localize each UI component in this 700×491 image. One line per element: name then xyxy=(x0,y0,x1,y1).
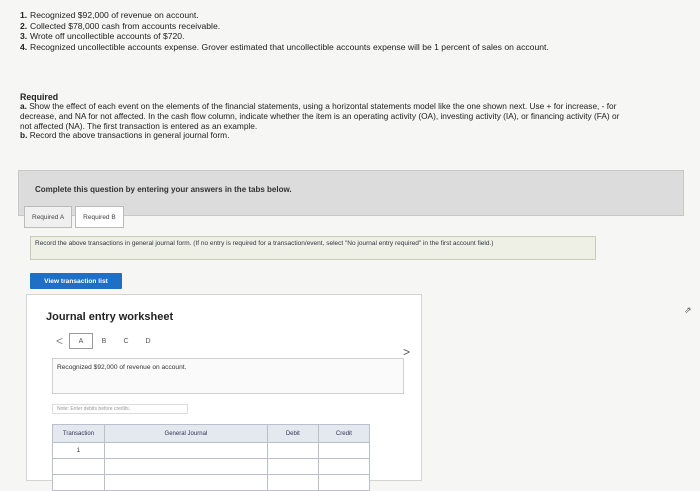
event-item: 3. Wrote off uncollectible accounts of $7… xyxy=(20,31,185,41)
table-row xyxy=(52,474,371,491)
event-item: 1. Recognized $92,000 of revenue on accou… xyxy=(20,10,199,20)
tab-required-b[interactable]: Required B xyxy=(75,206,124,228)
mouse-cursor-icon: ⇗ xyxy=(684,305,692,315)
transaction-cell xyxy=(52,458,105,475)
credit-cell[interactable] xyxy=(317,458,371,475)
credit-cell[interactable] xyxy=(317,474,371,491)
tab-required-a[interactable]: Required A xyxy=(24,206,73,228)
debit-cell[interactable] xyxy=(266,474,319,491)
worksheet-title: Journal entry worksheet xyxy=(46,311,174,323)
debit-cell[interactable] xyxy=(266,458,319,475)
table-header-row: Transaction General Journal Debit Credit xyxy=(52,424,371,443)
transaction-cell: 1 xyxy=(52,442,105,459)
event-item: 2. Collected $78,000 cash from accounts r… xyxy=(20,20,221,31)
event-item: 4. Recognized uncollectible accounts expe… xyxy=(20,41,549,52)
tab-bar: Required A Required B xyxy=(24,206,127,228)
view-transaction-list-button[interactable]: View transaction list xyxy=(30,273,122,289)
entry-tab-c[interactable]: C xyxy=(115,334,137,348)
table-row xyxy=(52,458,371,475)
chevron-left-icon[interactable]: < xyxy=(56,334,63,348)
credit-cell[interactable] xyxy=(317,442,371,459)
entry-note: Note: Enter debits before credits. xyxy=(52,404,188,414)
col-credit: Credit xyxy=(317,424,371,443)
event-list: 1. Recognized $92,000 of revenue on accou… xyxy=(20,10,660,52)
chevron-right-icon[interactable]: > xyxy=(403,345,410,359)
transaction-cell xyxy=(52,474,105,491)
transaction-description: Recognized $92,000 of revenue on account… xyxy=(52,358,404,394)
table-row: 1 xyxy=(52,442,371,459)
entry-tab-d[interactable]: D xyxy=(137,334,159,348)
banner-text: Complete this question by entering your … xyxy=(35,185,292,194)
entry-tab-b[interactable]: B xyxy=(93,334,115,348)
account-cell[interactable] xyxy=(103,458,268,475)
account-cell[interactable] xyxy=(103,442,268,459)
account-cell[interactable] xyxy=(103,474,268,491)
col-debit: Debit xyxy=(266,424,319,443)
required-instructions: a. Show the effect of each event on the … xyxy=(20,101,620,141)
debit-cell[interactable] xyxy=(266,442,319,459)
entry-tab-a[interactable]: A xyxy=(69,333,94,349)
worksheet-nav: < A B C D xyxy=(56,333,159,349)
instruction-box: Record the above transactions in general… xyxy=(30,236,596,260)
col-transaction: Transaction xyxy=(52,424,105,443)
col-general-journal: General Journal xyxy=(103,424,268,443)
transaction-description-text: Recognized $92,000 of revenue on account… xyxy=(57,364,187,371)
